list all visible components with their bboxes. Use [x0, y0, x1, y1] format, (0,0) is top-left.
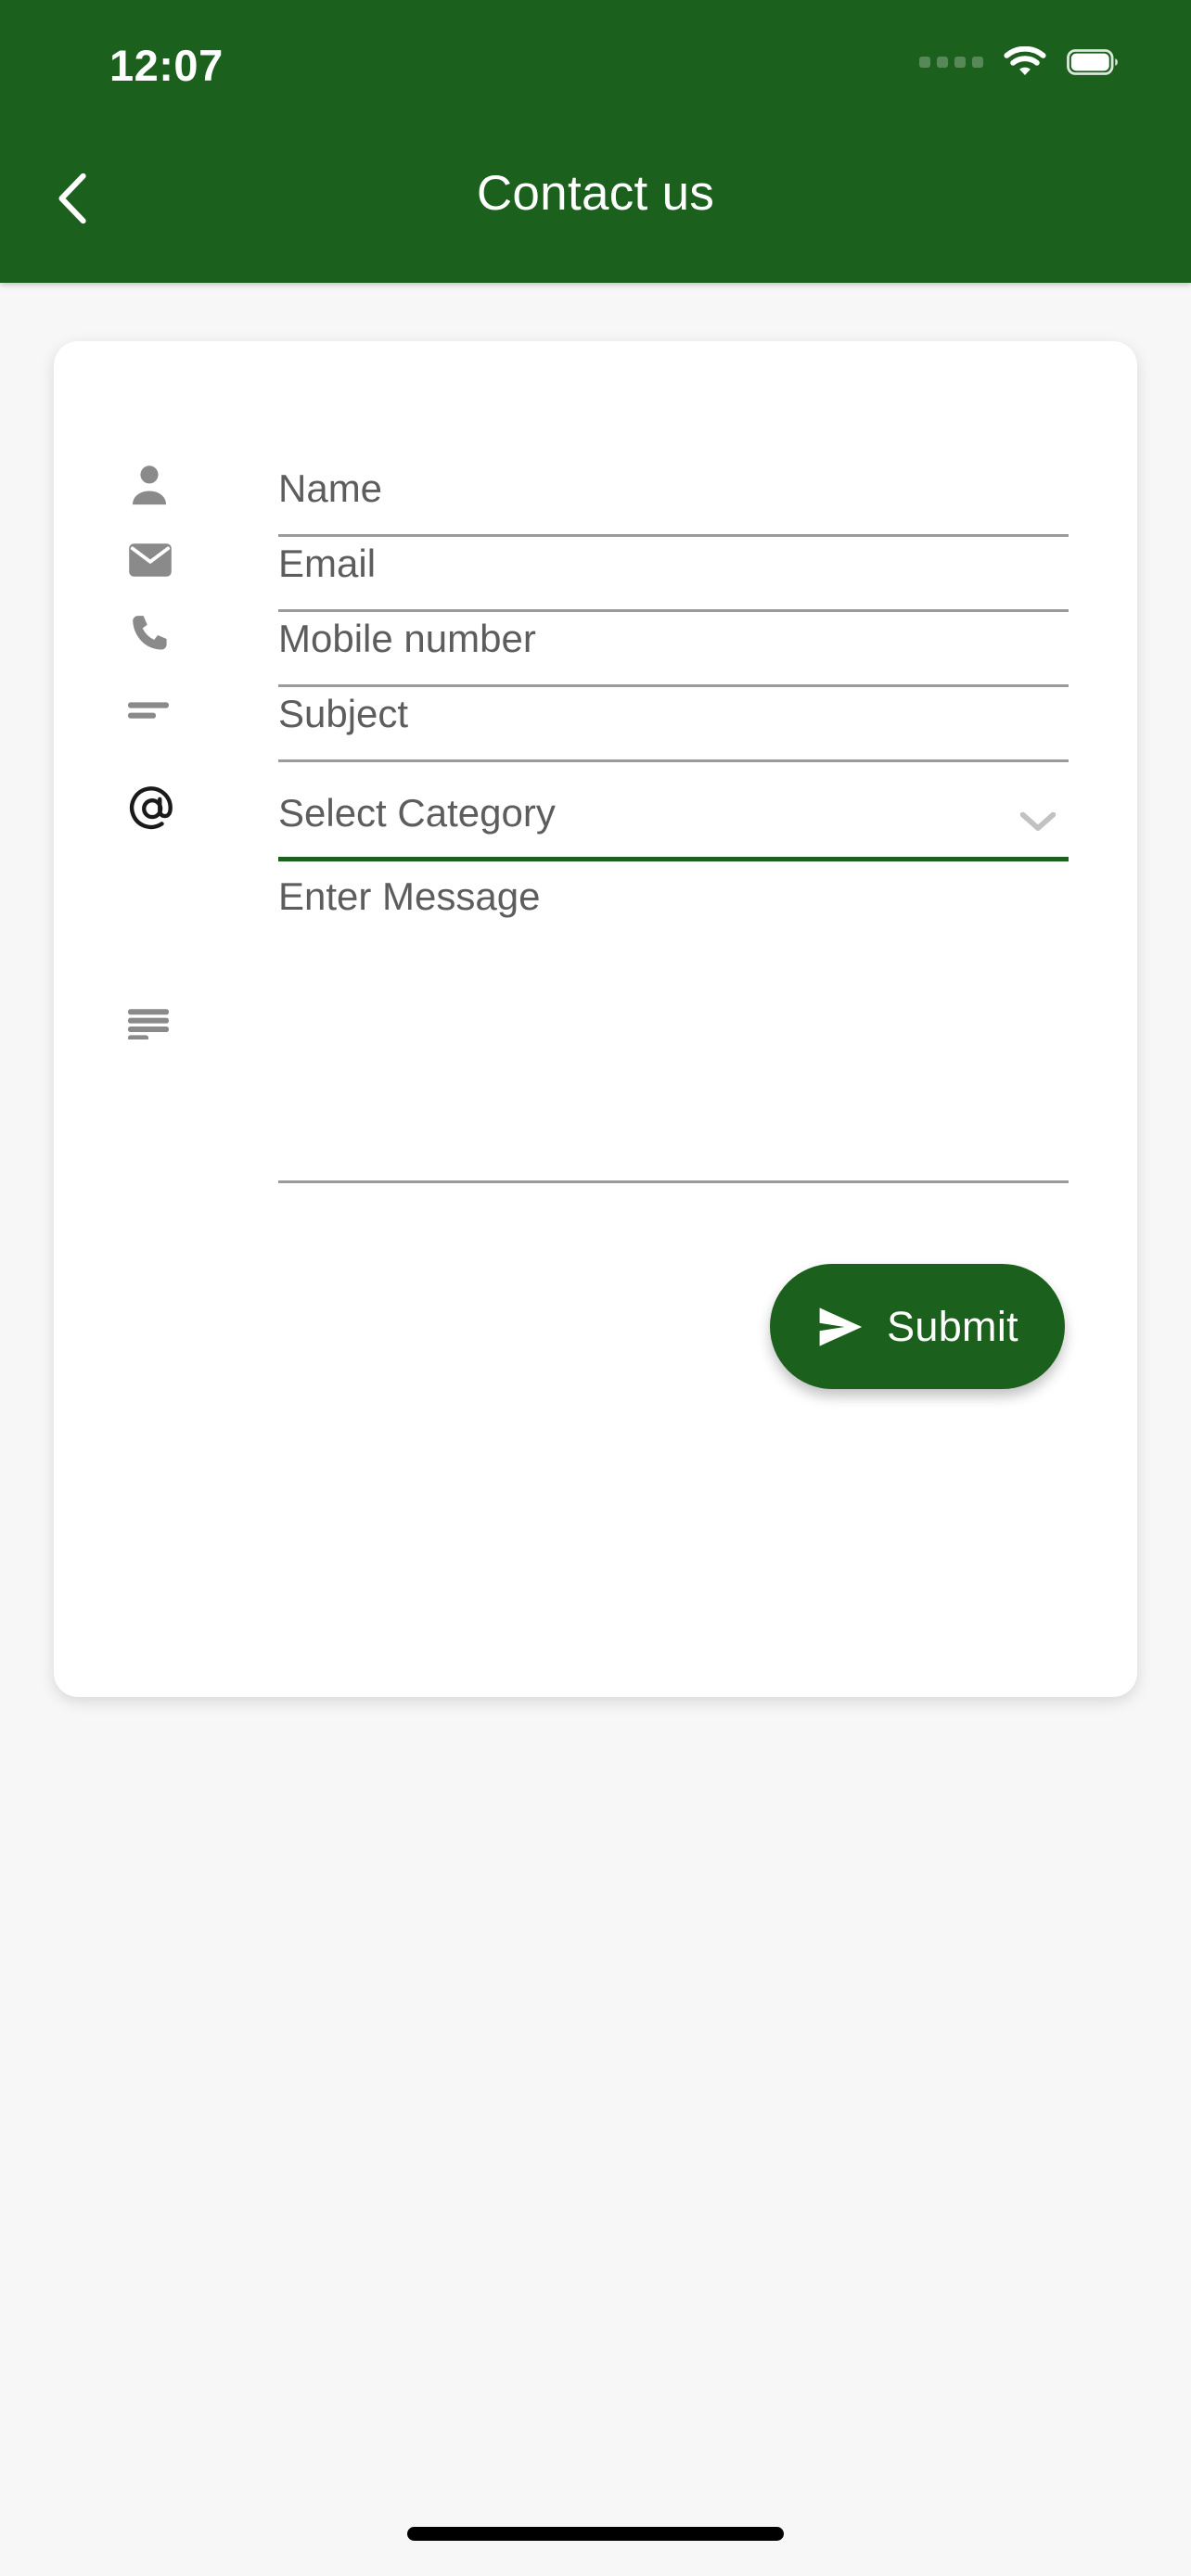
email-placeholder: Email: [278, 542, 377, 585]
subject-placeholder: Subject: [278, 692, 409, 735]
name-underline: [278, 534, 1069, 537]
envelope-icon: [128, 531, 186, 589]
mobile-underline: [278, 684, 1069, 687]
email-input[interactable]: Email: [278, 544, 1069, 583]
at-sign-icon: [128, 781, 186, 838]
app-header: 12:07 Contact us: [0, 0, 1191, 283]
name-input[interactable]: Name: [278, 469, 1069, 508]
text-lines-icon: [128, 995, 186, 1052]
status-bar-time: 12:07: [109, 41, 224, 90]
page-title: Contact us: [476, 166, 715, 221]
email-underline: [278, 609, 1069, 612]
message-textarea[interactable]: [278, 861, 1069, 1180]
status-bar: 12:07: [0, 0, 1191, 121]
submit-label: Submit: [887, 1303, 1018, 1350]
contact-form: Name Email Mobile number Subject Select …: [54, 341, 1137, 1697]
name-placeholder: Name: [278, 466, 383, 510]
mobile-placeholder: Mobile number: [278, 617, 536, 660]
phone-screen: 12:07 Contact us Name Email Mobile numbe…: [0, 0, 1191, 2576]
status-bar-indicators: [919, 46, 1119, 78]
person-icon: [128, 456, 186, 514]
navigation-bar: Contact us: [0, 139, 1191, 260]
send-icon: [816, 1306, 864, 1348]
subject-underline: [278, 759, 1069, 762]
category-select[interactable]: Select Category: [278, 794, 1069, 833]
submit-button[interactable]: Submit: [770, 1264, 1065, 1389]
chevron-down-icon[interactable]: [1015, 801, 1061, 842]
short-text-icon: [128, 682, 186, 739]
category-placeholder: Select Category: [278, 791, 556, 835]
subject-input[interactable]: Subject: [278, 695, 1069, 733]
cellular-dots-icon: [919, 57, 983, 68]
battery-full-icon: [1067, 48, 1119, 76]
phone-icon: [128, 606, 186, 664]
contact-form-card: Name Email Mobile number Subject Select …: [54, 341, 1137, 1697]
home-indicator[interactable]: [407, 2527, 784, 2541]
mobile-input[interactable]: Mobile number: [278, 619, 1069, 658]
message-underline: [278, 1180, 1069, 1183]
wifi-icon: [1004, 46, 1046, 78]
